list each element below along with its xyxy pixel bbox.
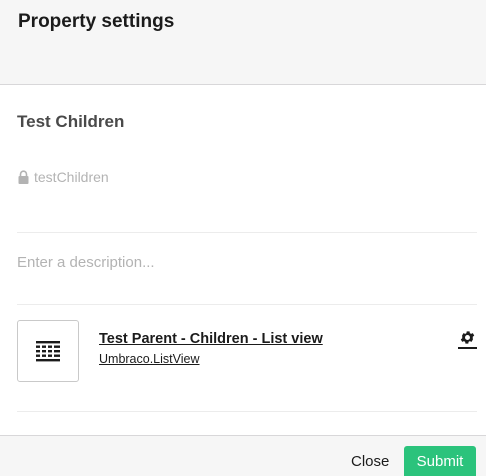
property-settings-panel: Property settings Test Children testChil… [0,0,486,476]
divider [17,232,477,233]
close-button[interactable]: Close [337,446,403,476]
lock-icon[interactable] [17,169,30,185]
property-name[interactable]: Test Children [17,112,124,132]
editor-icon-button[interactable] [17,320,79,382]
submit-button[interactable]: Submit [404,446,476,476]
property-editor-row: Test Parent - Children - List view Umbra… [17,320,477,382]
panel-footer: Close Submit [0,435,486,476]
gear-underline [458,347,477,349]
description-input[interactable] [17,250,477,274]
property-alias-row: testChildren [17,167,109,187]
editor-alias: Umbraco.ListView [99,352,200,366]
divider [17,304,477,305]
panel-content: Test Children testChildren Enter a descr… [0,85,486,435]
editor-name-link[interactable]: Test Parent - Children - List view [99,331,323,347]
panel-header: Property settings [0,0,486,85]
editor-settings-button[interactable] [458,329,477,350]
divider [17,411,477,412]
property-alias[interactable]: testChildren [34,169,109,185]
page-title: Property settings [18,11,175,32]
gear-icon [460,331,475,344]
list-view-icon [36,341,60,362]
